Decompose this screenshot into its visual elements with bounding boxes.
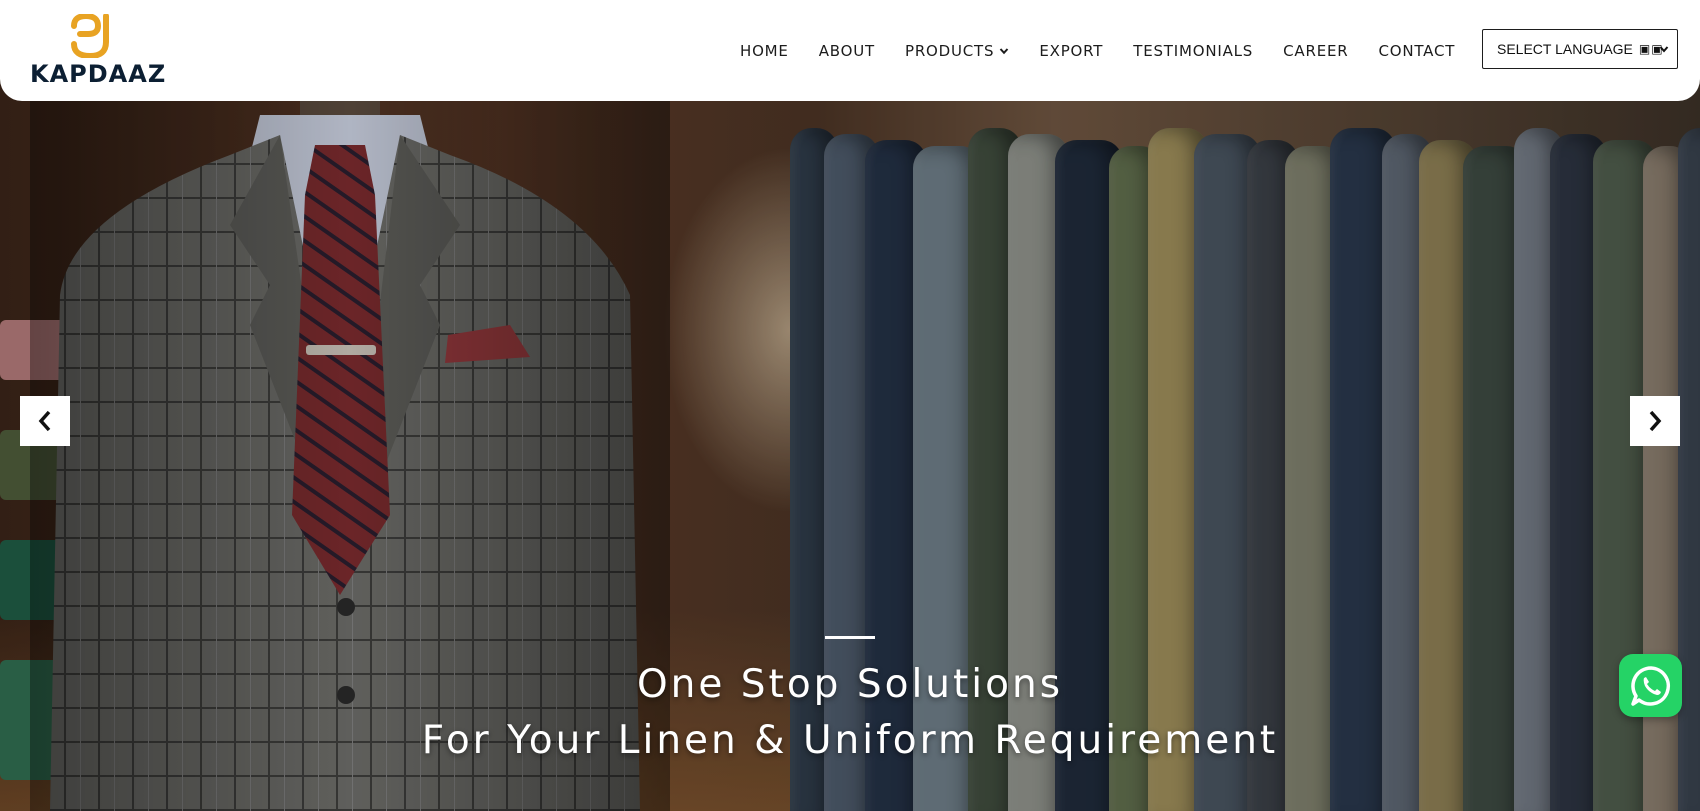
slider-prev-button[interactable] (20, 396, 70, 446)
whatsapp-icon (1630, 665, 1670, 706)
language-select[interactable]: SELECT LANGUAGE ▣▣ (1482, 29, 1678, 69)
nav-item-label: CONTACT (1378, 41, 1456, 60)
chevron-right-icon (1649, 410, 1662, 432)
chevron-down-icon (1000, 47, 1009, 54)
slider-next-button[interactable] (1630, 396, 1680, 446)
language-select-value: SELECT LANGUAGE (1497, 41, 1633, 57)
nav-item-label: PRODUCTS (904, 41, 995, 60)
logo-mark-icon (71, 14, 109, 58)
chevron-down-icon (1659, 46, 1669, 53)
brand-logo[interactable]: KAPDAAZ (30, 14, 167, 88)
hero-caption-line1: One Stop Solutions (636, 662, 1064, 707)
nav-item-label: CAREER (1283, 41, 1349, 60)
nav-item-contact[interactable]: CONTACT (1378, 42, 1455, 60)
nav-item-label: EXPORT (1039, 41, 1104, 60)
chevron-left-icon (38, 410, 51, 432)
nav-item-export[interactable]: EXPORT (1039, 42, 1103, 60)
nav-item-about[interactable]: ABOUT (819, 42, 875, 60)
nav-item-career[interactable]: CAREER (1283, 42, 1348, 60)
hero-caption-line2: For Your Linen & Uniform Requirement (421, 718, 1279, 763)
nav-item-label: TESTIMONIALS (1133, 41, 1254, 60)
nav-item-testimonials[interactable]: TESTIMONIALS (1133, 42, 1253, 60)
nav-item-home[interactable]: HOME (740, 42, 789, 60)
nav-item-products[interactable]: PRODUCTS (905, 42, 1009, 60)
site-header: KAPDAAZ HOME ABOUT PRODUCTS EXPORT TESTI… (0, 0, 1700, 101)
nav-item-label: ABOUT (818, 41, 875, 60)
brand-name: KAPDAAZ (30, 60, 167, 88)
nav-item-label: HOME (740, 41, 789, 60)
main-nav: HOME ABOUT PRODUCTS EXPORT TESTIMONIALS … (740, 0, 1485, 101)
caption-divider (825, 636, 875, 639)
whatsapp-button[interactable] (1619, 654, 1682, 717)
